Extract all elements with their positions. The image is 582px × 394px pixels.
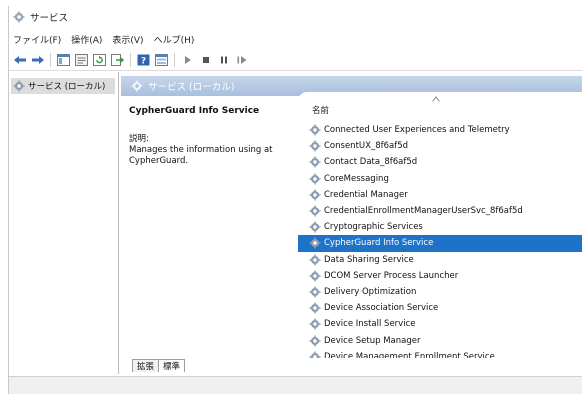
menu-help[interactable]: ヘルプ(H) bbox=[154, 33, 195, 46]
export-list-icon[interactable] bbox=[110, 52, 125, 67]
service-gear-icon bbox=[309, 351, 321, 358]
toolbar: ? bbox=[9, 49, 582, 71]
service-name: ConsentUX_8f6af5d bbox=[324, 141, 409, 152]
service-gear-icon bbox=[309, 173, 321, 185]
stop-icon[interactable] bbox=[198, 52, 213, 67]
resume-icon[interactable] bbox=[234, 52, 249, 67]
service-row[interactable]: ConsentUX_8f6af5d bbox=[298, 138, 582, 154]
service-row[interactable]: Device Install Service bbox=[298, 316, 582, 332]
services-list: 名前 Connected User Experiences and Teleme… bbox=[298, 92, 582, 358]
service-name: Data Sharing Service bbox=[324, 254, 414, 265]
service-row[interactable]: CredentialEnrollmentManagerUserSvc_8f6af… bbox=[298, 203, 582, 219]
tab-standard[interactable]: 標準 bbox=[158, 359, 186, 372]
service-gear-icon bbox=[309, 270, 321, 282]
menu-file[interactable]: ファイル(F) bbox=[13, 33, 61, 46]
service-gear-icon bbox=[309, 205, 321, 217]
service-row[interactable]: Contact Data_8f6af5d bbox=[298, 154, 582, 170]
description-heading: 説明: bbox=[129, 134, 149, 144]
column-header-label: 名前 bbox=[312, 106, 330, 116]
service-row[interactable]: CypherGuard Info Service bbox=[298, 235, 582, 252]
service-name: CoreMessaging bbox=[324, 173, 389, 184]
service-name: Contact Data_8f6af5d bbox=[324, 157, 418, 168]
play-icon[interactable] bbox=[180, 52, 195, 67]
service-row[interactable]: Device Association Service bbox=[298, 300, 582, 316]
pane-header-label: サービス (ローカル) bbox=[148, 82, 235, 93]
services-main-pane: サービス (ローカル) CypherGuard Info Service 説明:… bbox=[121, 72, 582, 374]
status-bar bbox=[9, 376, 582, 394]
svg-text:?: ? bbox=[141, 56, 146, 66]
tree-item-services-local[interactable]: サービス (ローカル) bbox=[11, 78, 115, 94]
service-description-panel: CypherGuard Info Service 説明: Manages the… bbox=[129, 106, 299, 167]
service-gear-icon bbox=[309, 318, 321, 330]
pause-icon[interactable] bbox=[216, 52, 231, 67]
service-gear-icon bbox=[309, 140, 321, 152]
services-window: サービス ファイル(F) 操作(A) 表示(V) ヘルプ(H) ? サービス (… bbox=[8, 6, 582, 394]
service-row[interactable]: Delivery Optimization bbox=[298, 284, 582, 300]
service-gear-icon bbox=[309, 335, 321, 347]
service-name: Cryptographic Services bbox=[324, 222, 423, 233]
service-gear-icon bbox=[309, 221, 321, 233]
console-tree: サービス (ローカル) bbox=[9, 72, 119, 374]
service-row[interactable]: Device Setup Manager bbox=[298, 332, 582, 348]
menu-bar: ファイル(F) 操作(A) 表示(V) ヘルプ(H) bbox=[9, 30, 194, 48]
service-name: CypherGuard Info Service bbox=[324, 238, 434, 249]
window-title: サービス bbox=[30, 13, 69, 24]
service-row[interactable]: Credential Manager bbox=[298, 187, 582, 203]
toolbar-separator bbox=[174, 52, 175, 67]
sort-ascending-icon bbox=[432, 96, 440, 102]
service-name: Delivery Optimization bbox=[324, 286, 417, 297]
service-row[interactable]: Connected User Experiences and Telemetry bbox=[298, 122, 582, 138]
toolbar-separator bbox=[50, 52, 51, 67]
service-rows: Connected User Experiences and Telemetry… bbox=[298, 122, 582, 358]
menu-action[interactable]: 操作(A) bbox=[71, 33, 102, 46]
service-name: DCOM Server Process Launcher bbox=[324, 270, 459, 281]
title-bar: サービス bbox=[9, 6, 582, 28]
service-gear-icon bbox=[309, 254, 321, 266]
menu-view[interactable]: 表示(V) bbox=[112, 33, 143, 46]
forward-arrow-icon[interactable] bbox=[30, 52, 45, 67]
gear-icon bbox=[13, 11, 25, 23]
service-gear-icon bbox=[309, 237, 321, 249]
service-row[interactable]: Cryptographic Services bbox=[298, 219, 582, 235]
service-gear-icon bbox=[309, 124, 321, 136]
service-row[interactable]: CoreMessaging bbox=[298, 171, 582, 187]
help-icon[interactable]: ? bbox=[136, 52, 151, 67]
refresh-icon[interactable] bbox=[92, 52, 107, 67]
view-icon[interactable] bbox=[154, 52, 169, 67]
service-gear-icon bbox=[309, 189, 321, 201]
service-row[interactable]: Data Sharing Service bbox=[298, 252, 582, 268]
service-row[interactable]: DCOM Server Process Launcher bbox=[298, 268, 582, 284]
service-gear-icon bbox=[309, 302, 321, 314]
description-text: Manages the information using at CypherG… bbox=[129, 145, 273, 166]
service-name: Device Install Service bbox=[324, 319, 416, 330]
service-row[interactable]: Device Management Enrollment Service bbox=[298, 349, 582, 358]
service-name: Device Setup Manager bbox=[324, 335, 421, 346]
selected-service-name: CypherGuard Info Service bbox=[129, 106, 260, 116]
console-tree-icon[interactable] bbox=[56, 52, 71, 67]
back-arrow-icon[interactable] bbox=[12, 52, 27, 67]
service-name: CredentialEnrollmentManagerUserSvc_8f6af… bbox=[324, 206, 523, 217]
view-tabs: 拡張 標準 bbox=[132, 358, 186, 372]
service-name: Device Association Service bbox=[324, 303, 439, 314]
tree-item-label: サービス (ローカル) bbox=[28, 82, 106, 92]
gear-icon bbox=[13, 80, 25, 92]
tab-extended[interactable]: 拡張 bbox=[132, 359, 160, 372]
service-gear-icon bbox=[309, 286, 321, 298]
gear-icon bbox=[131, 80, 143, 92]
service-gear-icon bbox=[309, 156, 321, 168]
service-name: Credential Manager bbox=[324, 189, 408, 200]
service-name: Connected User Experiences and Telemetry bbox=[324, 125, 510, 136]
toolbar-separator bbox=[130, 52, 131, 67]
column-header-name[interactable]: 名前 bbox=[298, 92, 582, 116]
properties-icon[interactable] bbox=[74, 52, 89, 67]
service-name: Device Management Enrollment Service bbox=[324, 351, 495, 358]
